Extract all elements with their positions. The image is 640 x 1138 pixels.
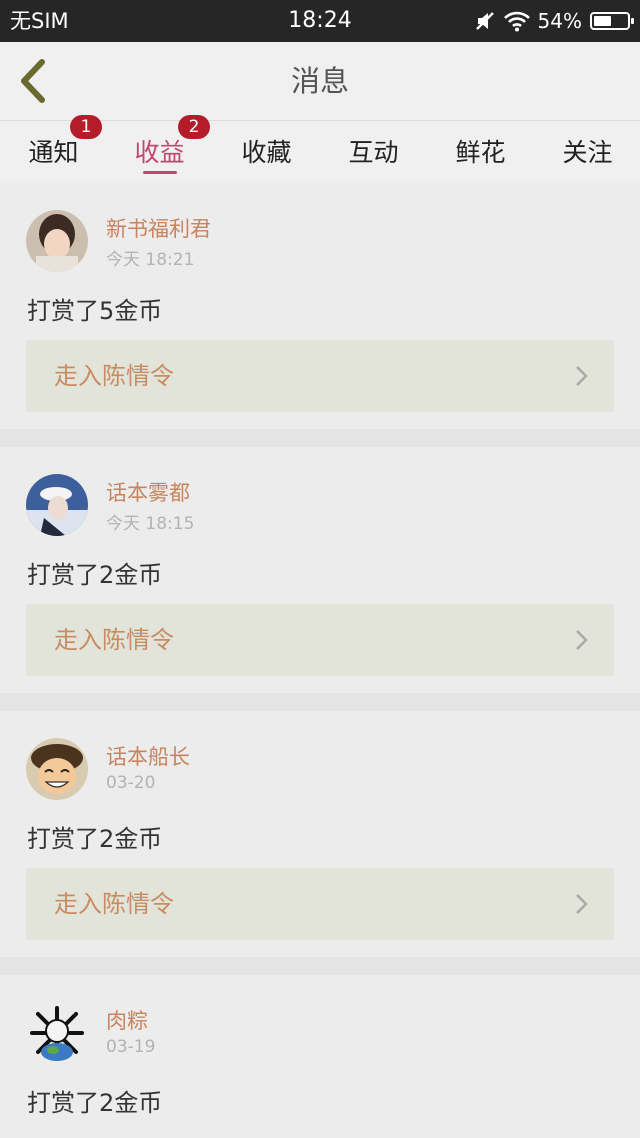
username[interactable]: 新书福利君 bbox=[106, 213, 211, 243]
card-separator bbox=[0, 957, 640, 975]
tab-flowers[interactable]: 鲜花 bbox=[427, 121, 534, 183]
book-title: 走入陈情令 bbox=[54, 362, 174, 390]
avatar[interactable] bbox=[26, 210, 88, 272]
avatar[interactable] bbox=[26, 474, 88, 536]
battery-percent: 54% bbox=[537, 9, 582, 33]
tab-favorites[interactable]: 收藏 bbox=[213, 121, 320, 183]
timestamp: 今天 18:15 bbox=[106, 514, 195, 534]
page-title: 消息 bbox=[290, 64, 349, 98]
user-avatar-icon bbox=[26, 210, 88, 272]
status-icons: 54% bbox=[474, 0, 634, 42]
wifi-icon bbox=[503, 11, 530, 32]
user-avatar-icon bbox=[26, 738, 88, 800]
book-link[interactable]: 走入陈情令 bbox=[26, 868, 614, 940]
active-tab-indicator bbox=[142, 171, 177, 174]
avatar[interactable] bbox=[26, 1002, 88, 1064]
status-bar: 无SIM 18:24 54% bbox=[0, 0, 640, 42]
message-text: 打赏了2金币 bbox=[27, 825, 163, 853]
tab-notifications[interactable]: 通知 1 bbox=[0, 115, 107, 183]
tab-label: 互动 bbox=[348, 138, 399, 167]
message-card: 话本雾都 今天 18:15 打赏了2金币 走入陈情令 bbox=[0, 447, 640, 693]
tab-interactions[interactable]: 互动 bbox=[320, 121, 427, 183]
username[interactable]: 肉粽 bbox=[106, 1005, 148, 1035]
username[interactable]: 话本船长 bbox=[106, 741, 190, 771]
user-avatar-icon bbox=[26, 1002, 88, 1064]
book-link[interactable]: 走入陈情令 bbox=[26, 604, 614, 676]
message-card: 新书福利君 今天 18:21 打赏了5金币 走入陈情令 bbox=[0, 183, 640, 429]
timestamp: 今天 18:21 bbox=[106, 250, 195, 270]
avatar[interactable] bbox=[26, 738, 88, 800]
message-text: 打赏了2金币 bbox=[27, 561, 163, 589]
unread-badge: 1 bbox=[70, 115, 102, 139]
tab-label: 关注 bbox=[562, 138, 613, 167]
book-title: 走入陈情令 bbox=[54, 626, 174, 654]
chevron-right-icon bbox=[576, 894, 588, 914]
chevron-right-icon bbox=[576, 630, 588, 650]
mute-icon bbox=[475, 12, 494, 30]
timestamp: 03-20 bbox=[106, 773, 156, 793]
tab-label: 收藏 bbox=[241, 138, 292, 167]
tab-label: 通知 bbox=[28, 138, 79, 167]
chevron-right-icon bbox=[576, 366, 588, 386]
book-link[interactable]: 走入陈情令 bbox=[26, 340, 614, 412]
tab-label: 鲜花 bbox=[455, 138, 506, 167]
message-card: 话本船长 03-20 打赏了2金币 走入陈情令 bbox=[0, 711, 640, 957]
message-text: 打赏了2金币 bbox=[27, 1089, 163, 1117]
tab-following[interactable]: 关注 bbox=[534, 121, 640, 183]
username[interactable]: 话本雾都 bbox=[106, 477, 190, 507]
nav-bar: 消息 bbox=[0, 42, 640, 121]
card-separator bbox=[0, 429, 640, 447]
message-card: 肉粽 03-19 打赏了2金币 bbox=[0, 975, 640, 1138]
user-avatar-icon bbox=[26, 474, 88, 536]
battery-icon bbox=[590, 12, 634, 30]
tab-earnings[interactable]: 收益 2 bbox=[106, 115, 213, 183]
tab-label: 收益 bbox=[134, 138, 185, 167]
message-text: 打赏了5金币 bbox=[27, 297, 163, 325]
unread-badge: 2 bbox=[178, 115, 210, 139]
book-title: 走入陈情令 bbox=[54, 890, 174, 918]
battery-level-fill bbox=[594, 16, 611, 26]
tab-bar: 通知 1 收益 2 收藏 互动 鲜花 关注 bbox=[0, 115, 640, 183]
timestamp: 03-19 bbox=[106, 1037, 156, 1057]
card-separator bbox=[0, 693, 640, 711]
